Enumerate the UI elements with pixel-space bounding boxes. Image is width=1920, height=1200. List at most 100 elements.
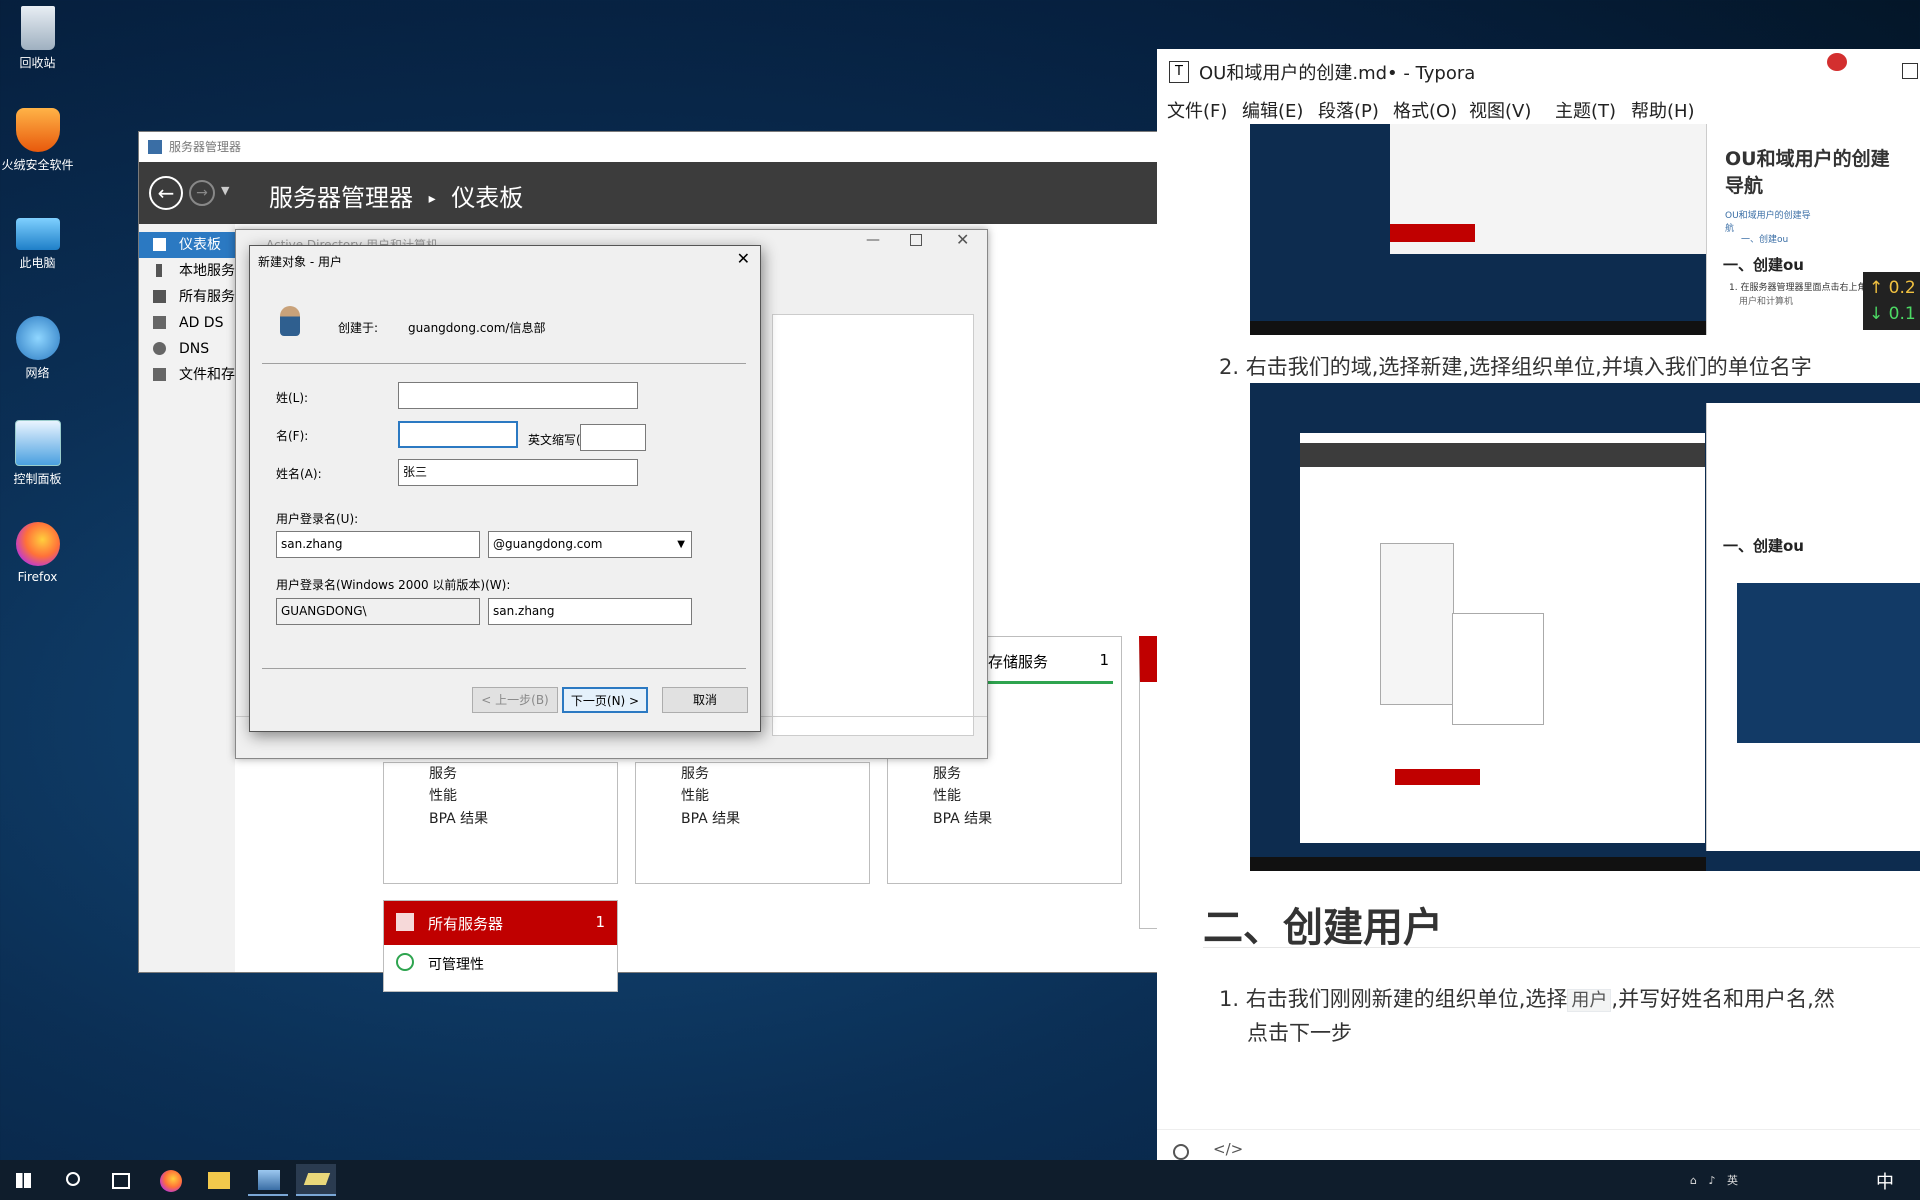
tray-lang[interactable]: 英 (1727, 1174, 1738, 1187)
logon-name-label: 用户登录名(U): (276, 512, 359, 526)
first-name-input[interactable] (398, 421, 518, 448)
menu-view[interactable]: 视图(V) (1469, 97, 1531, 123)
menu-file[interactable]: 文件(F) (1167, 97, 1227, 123)
back-arrow-icon: ← (157, 181, 175, 205)
maximize-icon[interactable] (910, 234, 922, 246)
list-number: 2. (1219, 355, 1240, 379)
pre2000-logon-input[interactable]: san.zhang (488, 598, 692, 625)
manageability-label[interactable]: 可管理性 (428, 954, 484, 974)
search-button[interactable] (52, 1164, 92, 1196)
tray-volume-icon[interactable]: ♪ (1708, 1174, 1715, 1187)
tile-row-bpa[interactable]: BPA 结果 (429, 808, 488, 828)
forward-arrow-icon: → (196, 185, 208, 201)
taskbar-firefox[interactable] (150, 1164, 190, 1196)
sidebar-item-label: 仪表板 (179, 237, 221, 253)
tray-ime[interactable]: 中 (1876, 1168, 1894, 1194)
taskbar-typora[interactable] (296, 1164, 336, 1196)
outline-link-2: 一、创建ou (1741, 235, 1789, 245)
next-button[interactable]: 下一页(N) > (562, 687, 648, 713)
tile-row-performance[interactable]: 性能 (681, 785, 709, 805)
full-name-input[interactable]: 张三 (398, 459, 638, 486)
tray-icons: ⌂ ♪ 英 (1690, 1172, 1738, 1188)
maximize-icon[interactable] (1902, 63, 1918, 79)
embedded-submenu (1452, 613, 1544, 725)
user-avatar-icon (280, 306, 300, 336)
cancel-button[interactable]: 取消 (662, 687, 748, 713)
sidebar-item-dns[interactable]: DNS (139, 336, 235, 362)
menu-edit[interactable]: 编辑(E) (1242, 97, 1303, 123)
role-tile-2[interactable]: 服务 性能 BPA 结果 (635, 762, 870, 884)
initials-input[interactable] (580, 424, 646, 451)
heading-underline (1203, 947, 1920, 948)
tile-row-performance[interactable]: 性能 (933, 785, 961, 805)
forward-button[interactable]: → (189, 180, 215, 206)
full-name-label: 姓名(A): (276, 467, 322, 481)
tile-row-bpa[interactable]: BPA 结果 (681, 808, 740, 828)
taskbar-server-manager[interactable] (248, 1164, 288, 1196)
outline-toggle-icon[interactable] (1173, 1144, 1189, 1160)
tile-row-services[interactable]: 服务 (681, 763, 709, 783)
outline-item: 1. 在服务器管理器里面点击右上角 (1729, 283, 1867, 293)
upn-suffix-select[interactable]: @guangdong.com ▼ (488, 531, 692, 558)
menu-help[interactable]: 帮助(H) (1631, 97, 1695, 123)
computer-icon (15, 218, 60, 250)
desktop-icon-firefox[interactable]: Firefox (0, 522, 75, 584)
menu-format[interactable]: 格式(O) (1393, 97, 1457, 123)
sidebar-item-label: 所有服务 (179, 289, 235, 305)
desktop-icon-label: 火绒安全软件 (1, 158, 74, 172)
last-name-input[interactable] (398, 382, 638, 409)
new-user-dialog: 新建对象 - 用户 ✕ 创建于: guangdong.com/信息部 姓(L):… (249, 245, 761, 732)
desktop-icon-this-pc[interactable]: 此电脑 (0, 212, 75, 271)
taskbar: ⌂ ♪ 英 中 (0, 1160, 1920, 1200)
sidebar-item-file-storage[interactable]: 文件和存 (139, 362, 235, 388)
tray-network-icon[interactable]: ⌂ (1690, 1174, 1697, 1187)
start-button[interactable] (4, 1164, 44, 1196)
sidebar-item-label: 文件和存 (179, 367, 235, 383)
desktop-icon-network[interactable]: 网络 (0, 316, 75, 381)
sidebar-item-local-server[interactable]: 本地服务 (139, 258, 235, 284)
back-button[interactable]: ← (149, 176, 183, 210)
document-image-1: OU和域用户的创建导航 OU和域用户的创建导航 一、创建ou 一、创建ou 1.… (1250, 124, 1920, 335)
file-storage-icon (153, 368, 166, 381)
server-manager-icon (258, 1170, 280, 1190)
desktop-icon-huorong[interactable]: 火绒安全软件 (0, 108, 75, 173)
embedded-section: 一、创建ou (1723, 537, 1804, 555)
document-image-2: 一、创建ou (1250, 383, 1920, 871)
all-servers-tile[interactable]: 所有服务器 1 可管理性 (383, 900, 618, 992)
menu-paragraph[interactable]: 段落(P) (1318, 97, 1379, 123)
tile-row-bpa[interactable]: BPA 结果 (933, 808, 992, 828)
sidebar-item-all-servers[interactable]: 所有服务 (139, 284, 235, 310)
desktop-icon-recycle-bin[interactable]: 回收站 (0, 6, 75, 71)
minimize-icon[interactable]: — (866, 232, 880, 248)
last-name-label: 姓(L): (276, 391, 309, 405)
header-breadcrumb: 服务器管理器 ▸ 仪表板 (269, 178, 523, 213)
back-step-button[interactable]: < 上一步(B) (472, 687, 558, 713)
all-servers-header: 所有服务器 1 (384, 901, 617, 945)
tile-row-services[interactable]: 服务 (429, 763, 457, 783)
chevron-down-icon: ▼ (677, 539, 685, 550)
outline-section: 一、创建ou (1723, 256, 1804, 274)
menu-theme[interactable]: 主题(T) (1555, 97, 1616, 123)
history-dropdown-icon[interactable]: ▼ (221, 184, 229, 197)
role-tile-1[interactable]: 服务 性能 BPA 结果 (383, 762, 618, 884)
folder-icon (208, 1172, 230, 1189)
network-speed-widget: ↑ 0.2 ↓ 0.1 (1863, 272, 1920, 330)
desktop-icon-control-panel[interactable]: 控制面板 (0, 420, 75, 487)
tile-row-performance[interactable]: 性能 (429, 785, 457, 805)
logon-name-input[interactable]: san.zhang (276, 531, 480, 558)
task-view-button[interactable] (100, 1164, 140, 1196)
taskbar-file-explorer[interactable] (198, 1164, 238, 1196)
outline-item-cont: 用户和计算机 (1739, 297, 1794, 307)
list-number: 1. (1219, 987, 1240, 1011)
close-icon[interactable]: ✕ (956, 230, 969, 249)
breadcrumb-separator-icon: ▸ (428, 191, 436, 207)
heading-create-user: 二、创建用户 (1203, 905, 1443, 951)
dialog-close-icon[interactable]: ✕ (737, 249, 750, 268)
tile-row-services[interactable]: 服务 (933, 763, 961, 783)
servers-icon (153, 290, 166, 303)
source-code-icon[interactable]: </> (1213, 1140, 1243, 1158)
sidebar-item-dashboard[interactable]: 仪表板 (139, 232, 235, 258)
sidebar-item-ad-ds[interactable]: AD DS (139, 310, 235, 336)
embedded-taskbar (1250, 321, 1706, 335)
task-view-icon (112, 1173, 130, 1189)
